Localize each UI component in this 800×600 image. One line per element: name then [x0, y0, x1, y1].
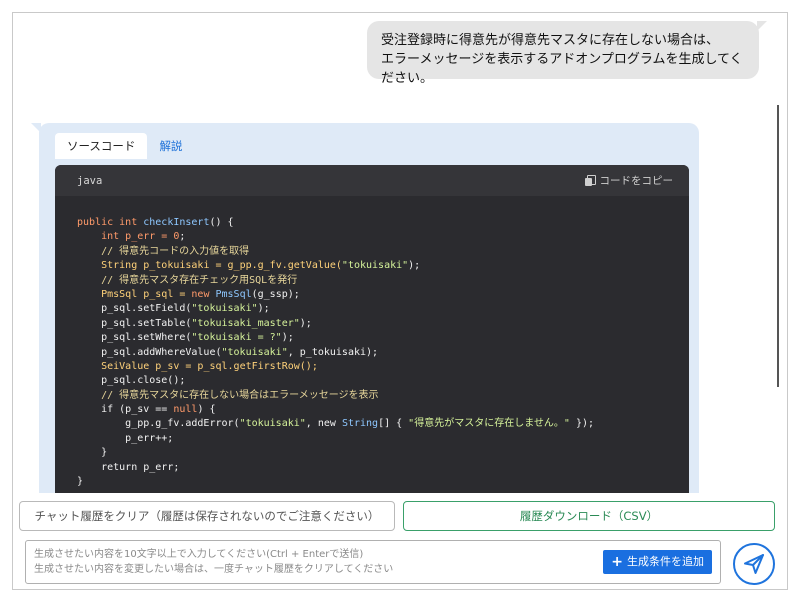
code-line: p_sql.addWhereValue("tokuisaki", p_tokui… — [77, 346, 689, 360]
code-block-header: java コードをコピー — [55, 165, 689, 196]
add-condition-label: 生成条件を追加 — [627, 555, 704, 568]
user-message-line: 受注登録時に得意先が得意先マスタに存在しない場合は、 — [381, 33, 720, 48]
code-text: ); — [299, 317, 312, 329]
code-text: (g_ssp); — [251, 288, 300, 300]
user-message-line: エラーメッセージを表示するアドオンプログラムを生成してください。 — [381, 52, 743, 86]
code-line: p_sql.setTable("tokuisaki_master"); — [77, 317, 689, 331]
code-text: , — [305, 418, 318, 430]
code-text: ); — [281, 332, 294, 344]
add-condition-button[interactable]: + 生成条件を追加 — [603, 550, 712, 574]
code-string: "tokuisaki_master" — [191, 317, 300, 329]
copy-code-button[interactable]: コードをコピー — [584, 173, 674, 188]
code-text: , p_tokuisaki); — [287, 346, 379, 358]
code-text: () { — [209, 217, 234, 228]
code-line: p_sql.setField("tokuisaki"); — [77, 302, 689, 316]
code-keyword: int — [119, 217, 138, 228]
code-line: String p_tokuisaki = g_pp.g_fv.getValue(… — [77, 259, 689, 273]
code-line: p_sql.setWhere("tokuisaki = ?"); — [77, 331, 689, 345]
chat-history[interactable]: 受注登録時に得意先が得意先マスタに存在しない場合は、 エラーメッセージを表示する… — [13, 13, 787, 493]
download-history-button[interactable]: 履歴ダウンロード（CSV） — [403, 501, 775, 531]
code-text: p_sql = — [137, 288, 192, 300]
user-message-bubble: 受注登録時に得意先が得意先マスタに存在しない場合は、 エラーメッセージを表示する… — [367, 21, 767, 86]
code-keyword: if — [101, 404, 114, 416]
code-comment: // 得意先マスタに存在しない場合はエラーメッセージを表示 — [77, 389, 379, 401]
code-string: "tokuisaki = ?" — [191, 332, 282, 344]
assistant-response-card: ソースコード 解説 java コードをコピー public int checkI… — [31, 123, 699, 493]
code-text: ) { — [197, 404, 216, 416]
code-keyword: null — [173, 404, 198, 416]
code-line: } — [77, 447, 108, 459]
code-text: p_tokuisaki = g_pp.g_fv.getValue( — [137, 260, 342, 272]
code-text: p_sql.setField( — [77, 303, 192, 315]
code-line: g_pp.g_fv.addError("tokuisaki", new Stri… — [77, 417, 689, 431]
code-keyword: new — [191, 288, 210, 300]
code-keyword: int — [101, 231, 120, 243]
code-text: (p_sv == — [113, 404, 174, 416]
code-block: java コードをコピー public int checkInsert() { … — [55, 165, 689, 493]
code-keyword: public — [77, 217, 114, 228]
code-type: PmsSql — [215, 288, 252, 300]
code-text: [] { — [378, 418, 409, 430]
chat-window: 受注登録時に得意先が得意先マスタに存在しない場合は、 エラーメッセージを表示する… — [12, 12, 788, 590]
code-text: ); — [408, 260, 421, 272]
code-comment: // 得意先コードの入力値を取得 — [77, 245, 250, 257]
tab-source-code[interactable]: ソースコード — [55, 133, 148, 159]
code-line: int p_err = 0; — [77, 230, 689, 244]
code-line: SeiValue p_sv = p_sql.getFirstRow(); — [77, 360, 689, 374]
copy-icon — [584, 175, 596, 186]
code-line: p_err++; — [77, 432, 174, 444]
code-line: return p_err; — [77, 461, 689, 475]
code-content: public int checkInsert() { int p_err = 0… — [55, 196, 689, 489]
code-string: "得意先がマスタに存在しません。" — [408, 418, 570, 430]
prompt-input[interactable]: 生成させたい内容を10文字以上で入力してください(Ctrl + Enterで送信… — [25, 540, 721, 584]
code-string: "tokuisaki" — [341, 260, 409, 272]
plus-icon: + — [611, 554, 623, 570]
code-text: }); — [569, 418, 595, 430]
code-function: checkInsert — [143, 217, 210, 228]
code-text: p_sql.addWhereValue( — [77, 346, 222, 358]
clear-history-button[interactable]: チャット履歴をクリア（履歴は保存されないのでご注意ください） — [19, 501, 395, 531]
code-text: ); — [257, 303, 270, 315]
code-text: p_err; — [137, 461, 180, 473]
chat-scrollbar[interactable] — [777, 105, 779, 387]
code-type: PmsSql — [101, 288, 138, 300]
code-type: SeiValue — [101, 360, 150, 372]
code-comment: // 得意先マスタ存在チェック用SQLを発行 — [77, 274, 298, 286]
code-text: p_sql.setWhere( — [77, 332, 192, 344]
code-line: if (p_sv == null) { — [77, 403, 689, 417]
code-string: "tokuisaki" — [191, 303, 258, 315]
history-actions: チャット履歴をクリア（履歴は保存されないのでご注意ください） 履歴ダウンロード（… — [19, 501, 782, 533]
code-type: String — [101, 260, 138, 272]
send-icon — [744, 554, 764, 574]
code-text: ; — [179, 231, 186, 243]
send-button[interactable] — [733, 543, 775, 585]
code-text: p_sv = p_sql.getFirstRow(); — [149, 360, 318, 372]
tab-explanation[interactable]: 解説 — [147, 133, 194, 159]
code-text: p_err = — [119, 231, 174, 243]
code-keyword: return — [101, 461, 138, 473]
code-text: p_sql.setTable( — [77, 317, 192, 329]
code-line: p_sql.close(); — [77, 375, 186, 387]
code-line: public int checkInsert() { — [77, 216, 689, 230]
copy-code-label: コードをコピー — [599, 175, 674, 187]
response-tabs: ソースコード 解説 — [55, 131, 689, 159]
code-keyword: new — [317, 418, 336, 430]
code-line: } — [77, 476, 84, 488]
code-type: String — [341, 418, 379, 430]
code-language-label: java — [77, 174, 103, 187]
code-line: PmsSql p_sql = new PmsSql(g_ssp); — [77, 288, 689, 302]
code-string: "tokuisaki" — [239, 418, 306, 430]
code-text: g_pp.g_fv.addError( — [77, 418, 240, 430]
code-string: "tokuisaki" — [221, 346, 288, 358]
